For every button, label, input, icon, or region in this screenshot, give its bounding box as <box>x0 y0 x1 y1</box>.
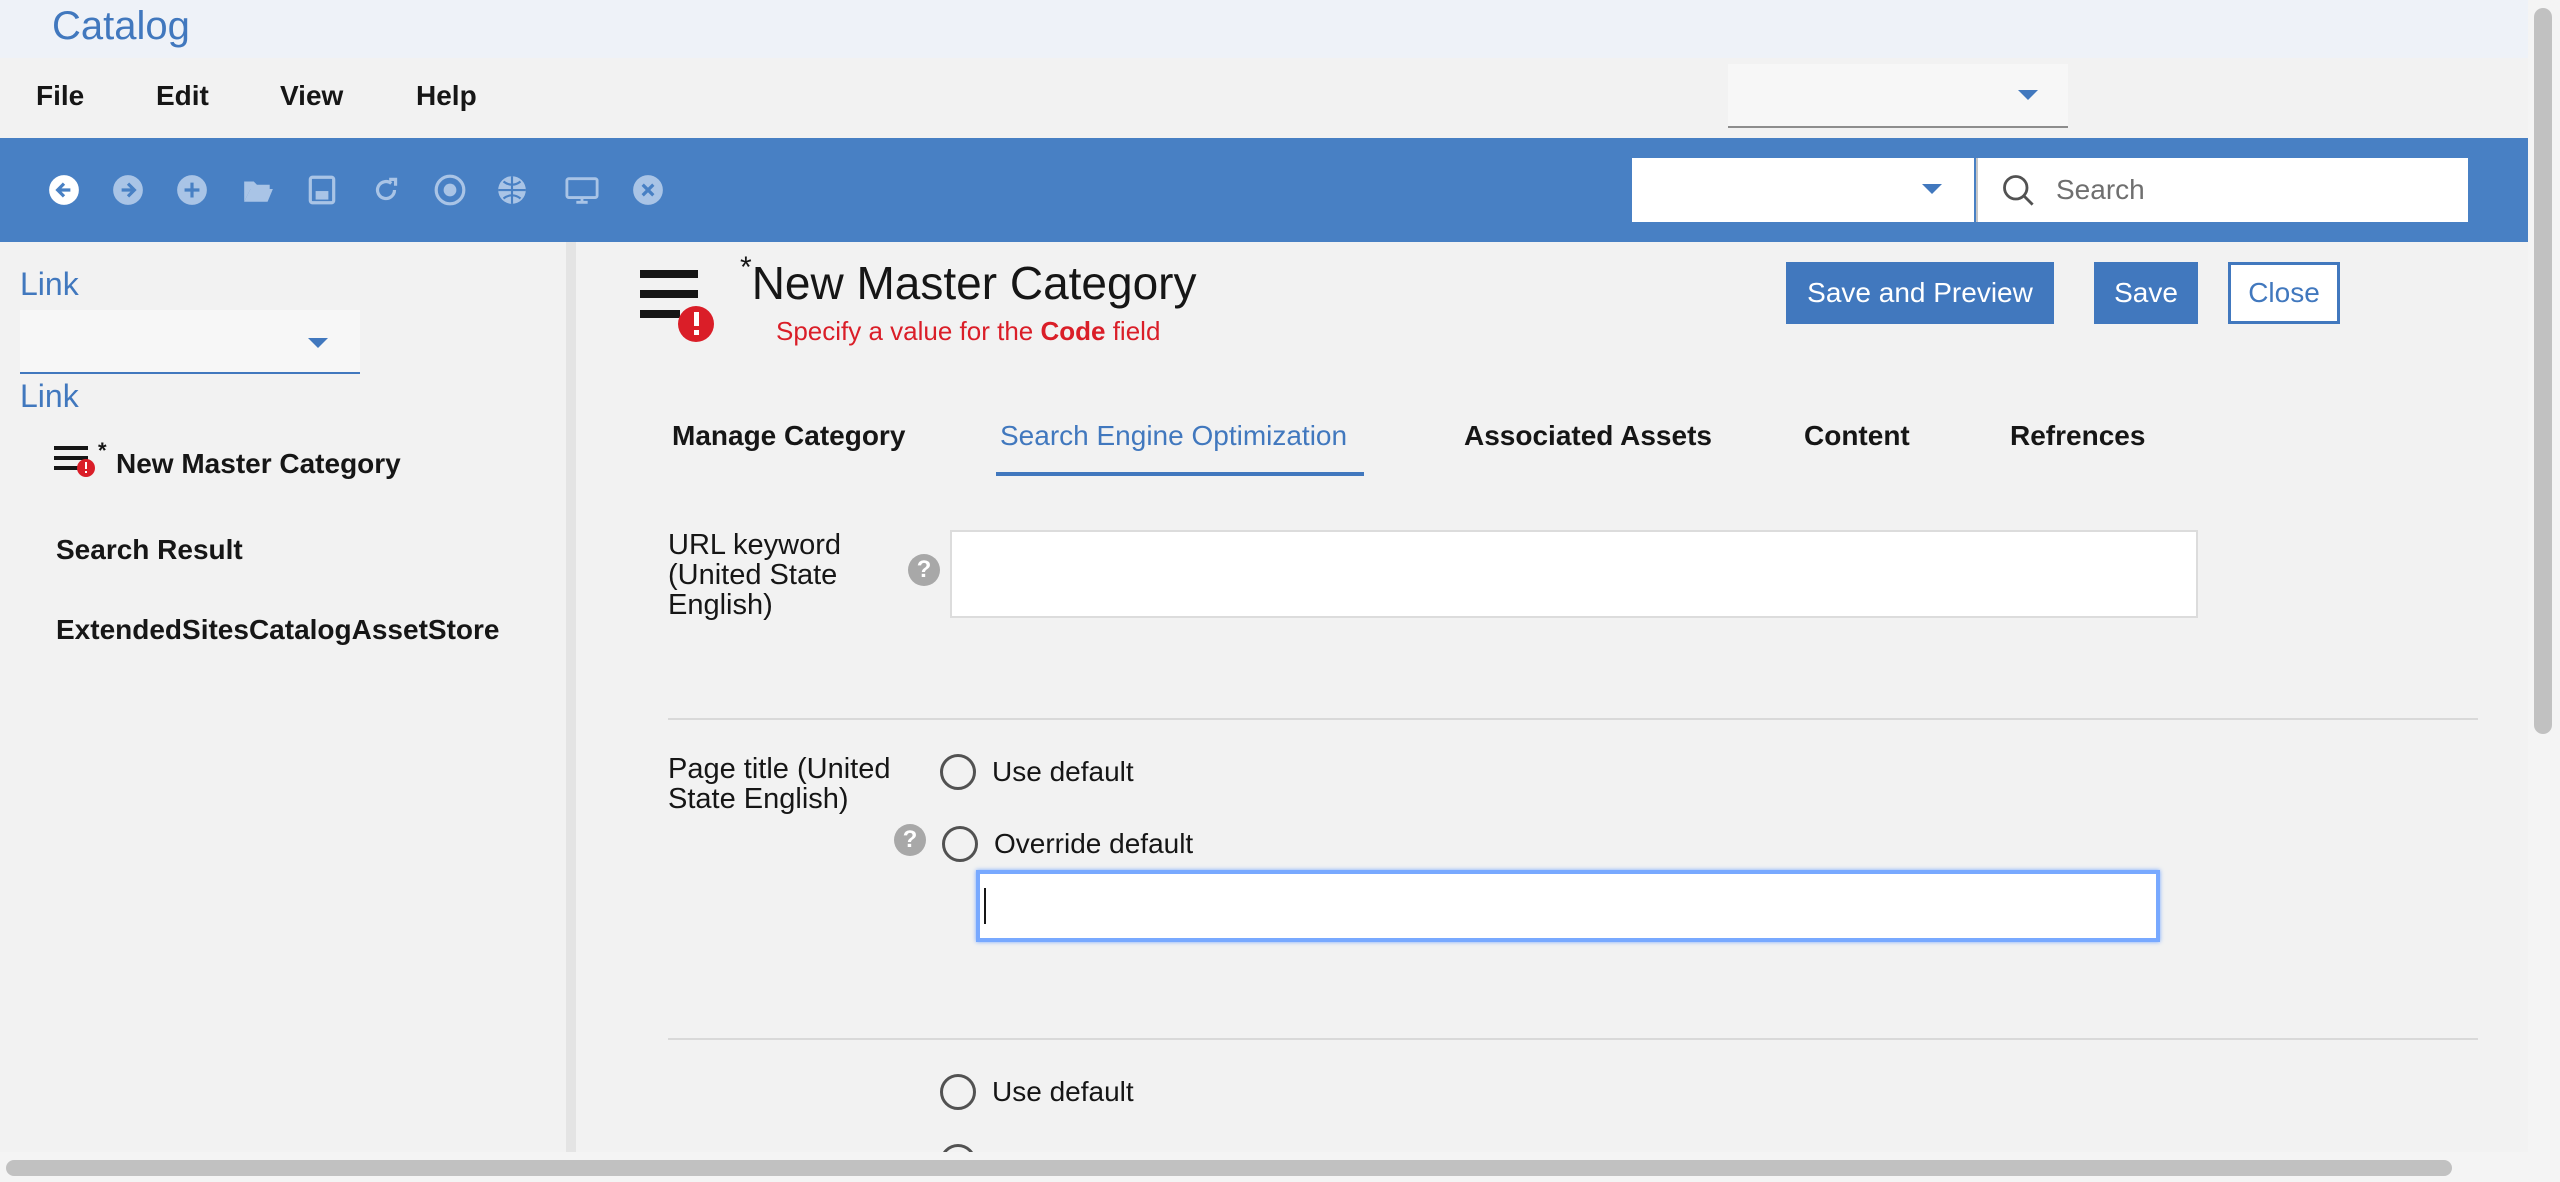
url-keyword-label: URL keyword (United State English) <box>668 530 841 620</box>
nav-item-asset-store[interactable]: ExtendedSitesCatalogAssetStore <box>56 614 499 646</box>
link-top[interactable]: Link <box>20 266 79 303</box>
url-keyword-input[interactable] <box>950 530 2198 618</box>
modified-marker: * <box>98 438 107 463</box>
help-icon[interactable]: ? <box>908 554 940 586</box>
menu-edit[interactable]: Edit <box>156 80 209 112</box>
nav-item-label: New Master Category <box>116 448 401 479</box>
page-title-label: Page title (United State English) <box>668 754 890 814</box>
link-select[interactable] <box>20 310 360 374</box>
section-divider <box>668 718 2478 720</box>
tab-associated-assets[interactable]: Associated Assets <box>1464 420 1712 452</box>
text-cursor <box>984 888 986 924</box>
help-icon[interactable]: ? <box>894 824 926 856</box>
chevron-down-icon <box>308 338 328 348</box>
active-tab-indicator <box>996 472 1364 476</box>
nav-item-search-result[interactable]: Search Result <box>56 534 243 566</box>
validation-error: Specify a value for the Code field <box>776 316 1160 347</box>
page-title-input[interactable] <box>976 870 2160 942</box>
tab-manage-category[interactable]: Manage Category <box>672 420 905 452</box>
left-panel: Link Link * New Master Category Search R… <box>0 242 566 1152</box>
editor-panel: *New Master Category Specify a value for… <box>576 242 2528 1152</box>
label-line: English) <box>668 589 773 621</box>
search-icon <box>2003 175 2034 206</box>
category-error-icon <box>54 446 95 477</box>
open-folder-icon[interactable] <box>240 172 276 208</box>
page-title: *New Master Category <box>740 251 1197 310</box>
refresh-icon[interactable] <box>368 172 404 208</box>
tab-references[interactable]: Refrences <box>2010 420 2145 452</box>
use-default-radio[interactable] <box>940 1074 976 1110</box>
type-select[interactable] <box>1632 158 1974 222</box>
back-icon[interactable] <box>46 172 82 208</box>
vertical-scrollbar-thumb[interactable] <box>2534 8 2552 734</box>
tab-search-engine-optimization[interactable]: Search Engine Optimization <box>1000 420 1347 452</box>
label-line: Page title (United <box>668 753 891 785</box>
cancel-icon[interactable] <box>630 172 666 208</box>
monitor-icon[interactable] <box>562 172 602 208</box>
panel-splitter[interactable] <box>566 242 576 1152</box>
toolbar <box>0 138 2528 242</box>
link-bottom[interactable]: Link <box>20 378 79 415</box>
use-default-radio[interactable] <box>940 754 976 790</box>
override-default-label: Override default <box>994 828 1194 859</box>
use-default-label: Use default <box>992 1076 1134 1107</box>
add-icon[interactable] <box>174 172 210 208</box>
menu-bar: File Edit View Help <box>0 58 2528 138</box>
error-prefix: Specify a value for the <box>776 316 1041 346</box>
label-line: URL keyword <box>668 529 841 561</box>
save-icon[interactable] <box>304 172 340 208</box>
chevron-down-icon <box>1922 184 1942 194</box>
app-title: Catalog <box>52 4 190 48</box>
menu-file[interactable]: File <box>36 80 84 112</box>
save-button[interactable]: Save <box>2094 262 2198 324</box>
save-and-preview-button[interactable]: Save and Preview <box>1786 262 2054 324</box>
category-error-icon <box>640 270 714 342</box>
search-input[interactable] <box>2056 172 2456 208</box>
error-field-name: Code <box>1040 316 1106 346</box>
label-line: (United State <box>668 559 838 591</box>
override-default-radio[interactable] <box>942 826 978 862</box>
menu-view[interactable]: View <box>280 80 343 112</box>
title-bar: Catalog <box>0 0 2528 58</box>
tab-content[interactable]: Content <box>1804 420 1910 452</box>
use-default-label: Use default <box>992 756 1134 787</box>
stop-icon[interactable] <box>432 172 468 208</box>
label-line: State English) <box>668 783 849 815</box>
chevron-down-icon <box>2018 90 2038 100</box>
page-title-text: New Master Category <box>751 257 1197 309</box>
forward-icon[interactable] <box>110 172 146 208</box>
error-suffix: field <box>1105 316 1161 346</box>
modified-marker: * <box>740 250 752 284</box>
section-divider <box>668 1038 2478 1040</box>
close-button[interactable]: Close <box>2228 262 2340 324</box>
store-select[interactable] <box>1728 64 2068 128</box>
override-default-radio[interactable] <box>940 1144 976 1152</box>
globe-icon[interactable] <box>494 172 530 208</box>
menu-help[interactable]: Help <box>416 80 477 112</box>
search-box <box>1976 158 2468 222</box>
horizontal-scrollbar-thumb[interactable] <box>6 1160 2452 1176</box>
